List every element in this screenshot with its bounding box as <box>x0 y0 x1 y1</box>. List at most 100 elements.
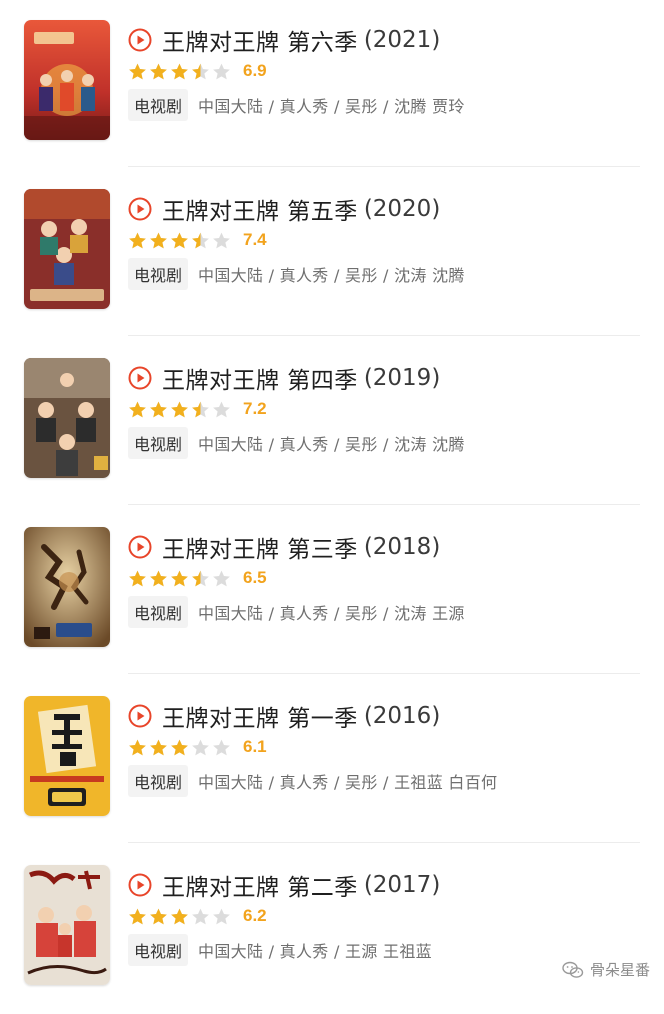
item-meta: 中国大陆 / 真人秀 / 吴彤 / 王祖蓝 白百何 <box>198 773 498 792</box>
list-item[interactable]: 王牌对王牌 第五季 (2020) 7.4 电视剧 中国大陆 / 真人秀 / 吴彤… <box>0 169 664 338</box>
star-full-icon <box>171 401 188 417</box>
rating-row: 6.1 <box>128 736 267 758</box>
star-rating <box>128 569 233 588</box>
star-full-icon <box>171 908 188 924</box>
item-year: (2020) <box>363 196 441 222</box>
poster-art <box>24 527 110 647</box>
rating-row: 6.9 <box>128 60 267 82</box>
item-meta: 中国大陆 / 真人秀 / 吴彤 / 沈涛 沈腾 <box>198 266 465 285</box>
play-circle-icon[interactable] <box>128 704 152 728</box>
item-year: (2019) <box>363 365 441 391</box>
list-item[interactable]: 王牌对王牌 第二季 (2017) 6.2 电视剧 中国大陆 / 真人秀 / 王源… <box>0 845 664 1014</box>
info-row: 电视剧 中国大陆 / 真人秀 / 吴彤 / 王祖蓝 白百何 <box>128 765 498 797</box>
poster-art <box>24 189 110 309</box>
star-rating <box>128 738 233 757</box>
play-circle-icon[interactable] <box>128 535 152 559</box>
divider <box>128 166 640 167</box>
item-title[interactable]: 王牌对王牌 第三季 <box>162 530 358 564</box>
star-full-icon <box>129 232 146 248</box>
poster-art <box>24 696 110 816</box>
star-empty-icon <box>213 739 230 755</box>
item-title[interactable]: 王牌对王牌 第四季 <box>162 361 358 395</box>
title-row[interactable]: 王牌对王牌 第四季 (2019) <box>128 362 440 394</box>
star-half-icon <box>192 570 209 586</box>
title-row[interactable]: 王牌对王牌 第一季 (2016) <box>128 700 440 732</box>
poster-image[interactable] <box>24 358 110 478</box>
play-circle-icon[interactable] <box>128 873 152 897</box>
divider <box>128 673 640 674</box>
divider <box>128 335 640 336</box>
rating-row: 7.4 <box>128 229 267 251</box>
info-row: 电视剧 中国大陆 / 真人秀 / 吴彤 / 沈涛 王源 <box>128 596 465 628</box>
rating-score: 6.9 <box>243 61 267 80</box>
rating-score: 6.5 <box>243 568 267 587</box>
info-row: 电视剧 中国大陆 / 真人秀 / 吴彤 / 沈腾 贾玲 <box>128 89 465 121</box>
item-title[interactable]: 王牌对王牌 第五季 <box>162 192 358 226</box>
star-rating <box>128 62 233 81</box>
rating-score: 7.2 <box>243 399 267 418</box>
star-half-icon <box>192 63 209 79</box>
star-full-icon <box>150 570 167 586</box>
divider <box>128 842 640 843</box>
star-full-icon <box>150 232 167 248</box>
title-row[interactable]: 王牌对王牌 第五季 (2020) <box>128 193 440 225</box>
watermark: 骨朵星番 <box>562 959 650 980</box>
rating-row: 7.2 <box>128 398 267 420</box>
star-empty-icon <box>213 232 230 248</box>
star-empty-icon <box>213 570 230 586</box>
category-tag: 电视剧 <box>128 89 189 121</box>
star-empty-icon <box>213 908 230 924</box>
star-full-icon <box>150 63 167 79</box>
watermark-text: 骨朵星番 <box>589 961 650 979</box>
star-full-icon <box>150 401 167 417</box>
poster-art <box>24 20 110 140</box>
poster-image[interactable] <box>24 20 110 140</box>
star-full-icon <box>171 232 188 248</box>
item-year: (2021) <box>363 27 441 53</box>
poster-art <box>24 358 110 478</box>
star-empty-icon <box>213 63 230 79</box>
poster-image[interactable] <box>24 189 110 309</box>
rating-score: 6.1 <box>243 737 267 756</box>
item-year: (2018) <box>363 534 441 560</box>
poster-image[interactable] <box>24 696 110 816</box>
list-item[interactable]: 王牌对王牌 第一季 (2016) 6.1 电视剧 中国大陆 / 真人秀 / 吴彤… <box>0 676 664 845</box>
category-tag: 电视剧 <box>128 596 189 628</box>
star-full-icon <box>171 63 188 79</box>
star-full-icon <box>171 570 188 586</box>
info-row: 电视剧 中国大陆 / 真人秀 / 吴彤 / 沈涛 沈腾 <box>128 258 465 290</box>
star-full-icon <box>129 908 146 924</box>
item-title[interactable]: 王牌对王牌 第二季 <box>162 868 358 902</box>
list-item[interactable]: 王牌对王牌 第三季 (2018) 6.5 电视剧 中国大陆 / 真人秀 / 吴彤… <box>0 507 664 676</box>
info-row: 电视剧 中国大陆 / 真人秀 / 王源 王祖蓝 <box>128 934 432 966</box>
star-full-icon <box>129 401 146 417</box>
title-row[interactable]: 王牌对王牌 第六季 (2021) <box>128 24 440 56</box>
star-rating <box>128 231 233 250</box>
item-title[interactable]: 王牌对王牌 第一季 <box>162 699 358 733</box>
category-tag: 电视剧 <box>128 765 189 797</box>
star-empty-icon <box>192 908 209 924</box>
star-full-icon <box>150 739 167 755</box>
rating-score: 7.4 <box>243 230 267 249</box>
star-full-icon <box>129 570 146 586</box>
play-circle-icon[interactable] <box>128 366 152 390</box>
item-title[interactable]: 王牌对王牌 第六季 <box>162 23 358 57</box>
list-item[interactable]: 王牌对王牌 第四季 (2019) 7.2 电视剧 中国大陆 / 真人秀 / 吴彤… <box>0 338 664 507</box>
star-half-icon <box>192 401 209 417</box>
item-meta: 中国大陆 / 真人秀 / 吴彤 / 沈涛 沈腾 <box>198 435 465 454</box>
list-item[interactable]: 王牌对王牌 第六季 (2021) 6.9 电视剧 中国大陆 / 真人秀 / 吴彤… <box>0 0 664 169</box>
title-row[interactable]: 王牌对王牌 第三季 (2018) <box>128 531 440 563</box>
poster-art <box>24 865 110 985</box>
play-circle-icon[interactable] <box>128 197 152 221</box>
poster-image[interactable] <box>24 527 110 647</box>
play-circle-icon[interactable] <box>128 28 152 52</box>
star-full-icon <box>150 908 167 924</box>
star-empty-icon <box>213 401 230 417</box>
title-row[interactable]: 王牌对王牌 第二季 (2017) <box>128 869 440 901</box>
star-full-icon <box>171 739 188 755</box>
poster-image[interactable] <box>24 865 110 985</box>
info-row: 电视剧 中国大陆 / 真人秀 / 吴彤 / 沈涛 沈腾 <box>128 427 465 459</box>
item-meta: 中国大陆 / 真人秀 / 吴彤 / 沈腾 贾玲 <box>198 97 465 116</box>
wechat-icon <box>562 961 584 978</box>
star-half-icon <box>192 232 209 248</box>
